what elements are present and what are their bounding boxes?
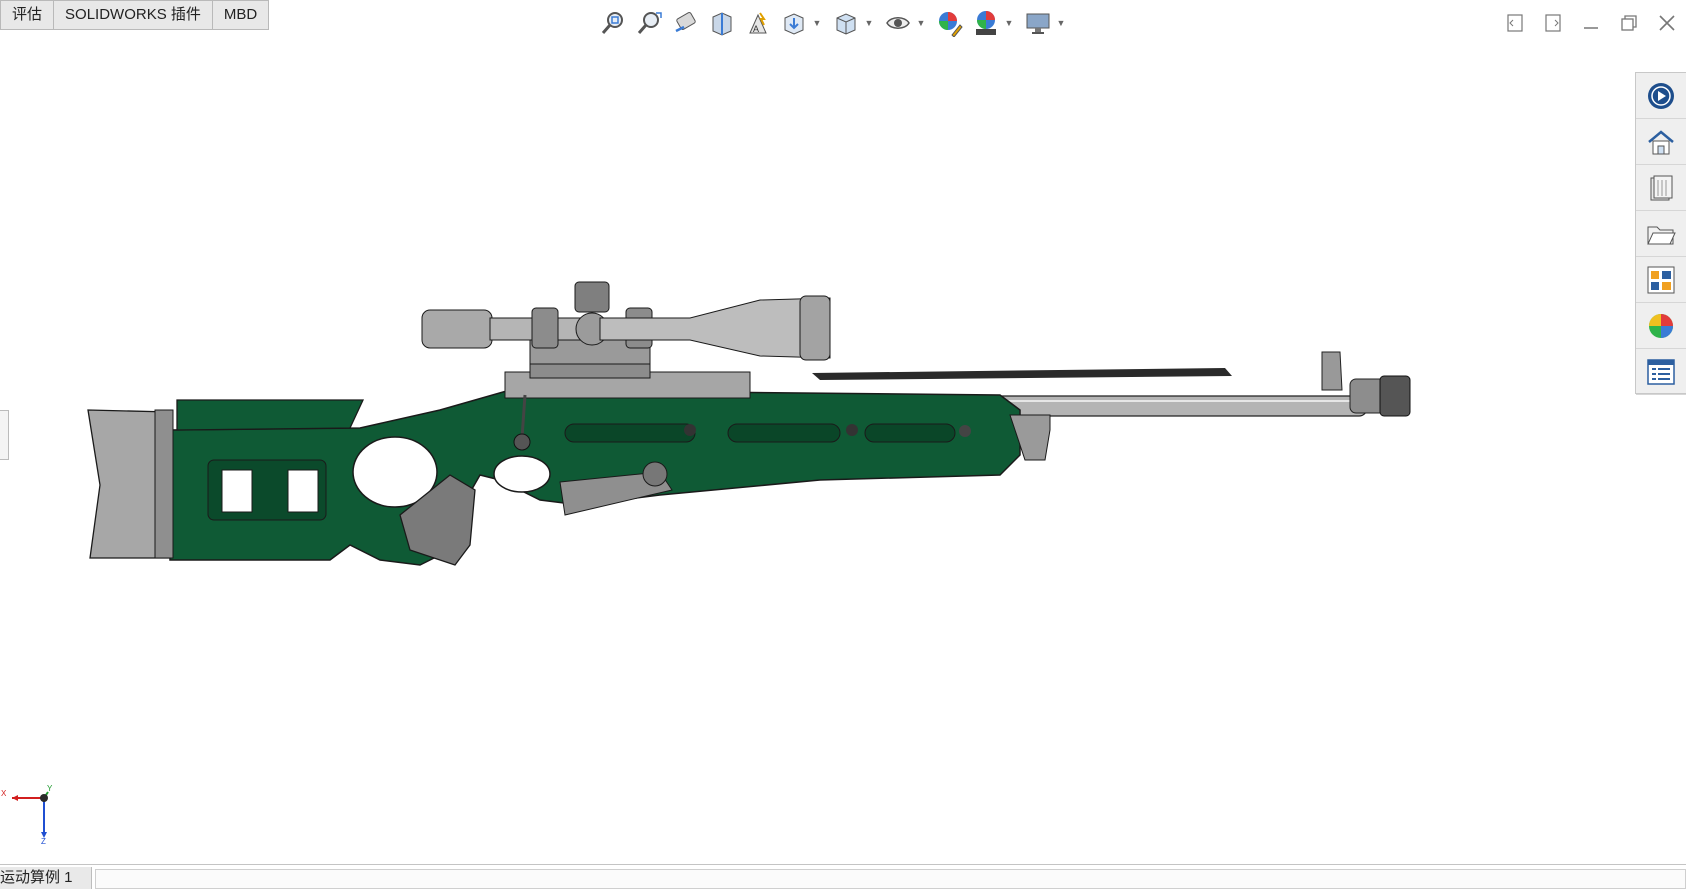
view-settings-icon[interactable] [1020, 6, 1056, 40]
hide-show-dropdown[interactable]: ▼ [916, 6, 926, 40]
display-style-dropdown[interactable]: ▼ [864, 6, 874, 40]
solidworks-resources-icon[interactable] [1636, 73, 1686, 119]
restore-icon[interactable] [1610, 6, 1648, 40]
feature-tree-expand-handle[interactable] [0, 410, 9, 460]
triad-y-label: Y [47, 784, 53, 793]
minimize-icon[interactable] [1572, 6, 1610, 40]
bottom-tab-bar: 运动算例 1 [0, 864, 1686, 891]
triad-z-label: Z [41, 837, 46, 844]
design-library-icon[interactable] [1636, 119, 1686, 165]
view-settings-dropdown[interactable]: ▼ [1056, 6, 1066, 40]
tile-right-icon[interactable] [1534, 6, 1572, 40]
tab-mbd[interactable]: MBD [211, 0, 270, 30]
tab-solidworks-addins[interactable]: SOLIDWORKS 插件 [53, 0, 212, 30]
window-controls [1496, 6, 1686, 40]
file-explorer-icon[interactable] [1636, 165, 1686, 211]
open-folder-icon[interactable] [1636, 211, 1686, 257]
horizontal-scrollbar[interactable] [95, 869, 1686, 889]
custom-properties-icon[interactable] [1636, 349, 1686, 395]
hide-show-items-icon[interactable] [880, 6, 916, 40]
tab-evaluate[interactable]: 评估 [0, 0, 54, 30]
task-pane [1635, 72, 1686, 395]
display-style-icon[interactable] [828, 6, 864, 40]
svg-text:A: A [753, 24, 759, 34]
reference-triad: X Y Z [0, 782, 60, 846]
triad-x-label: X [1, 789, 7, 798]
zoom-to-area-icon[interactable] [632, 6, 668, 40]
previous-view-icon[interactable] [668, 6, 704, 40]
tile-left-icon[interactable] [1496, 6, 1534, 40]
command-manager-tabs: 评估 SOLIDWORKS 插件 MBD [0, 0, 270, 30]
view-palette-icon[interactable] [1636, 257, 1686, 303]
apply-scene-icon[interactable] [968, 6, 1004, 40]
close-icon[interactable] [1648, 6, 1686, 40]
apply-scene-dropdown[interactable]: ▼ [1004, 6, 1014, 40]
rifle-model[interactable] [60, 260, 1540, 640]
section-view-icon[interactable] [704, 6, 740, 40]
appearances-icon[interactable] [1636, 303, 1686, 349]
graphics-area[interactable] [60, 260, 1540, 640]
view-orientation-icon[interactable] [776, 6, 812, 40]
tab-motion-study-1[interactable]: 运动算例 1 [0, 867, 92, 889]
sling [812, 368, 1232, 380]
view-orientation-dropdown[interactable]: ▼ [812, 6, 822, 40]
heads-up-view-toolbar: A ▼ ▼ ▼ ▼ ▼ [596, 6, 1072, 40]
dynamic-annotation-icon[interactable]: A [740, 6, 776, 40]
zoom-to-fit-icon[interactable] [596, 6, 632, 40]
edit-appearance-icon[interactable] [932, 6, 968, 40]
